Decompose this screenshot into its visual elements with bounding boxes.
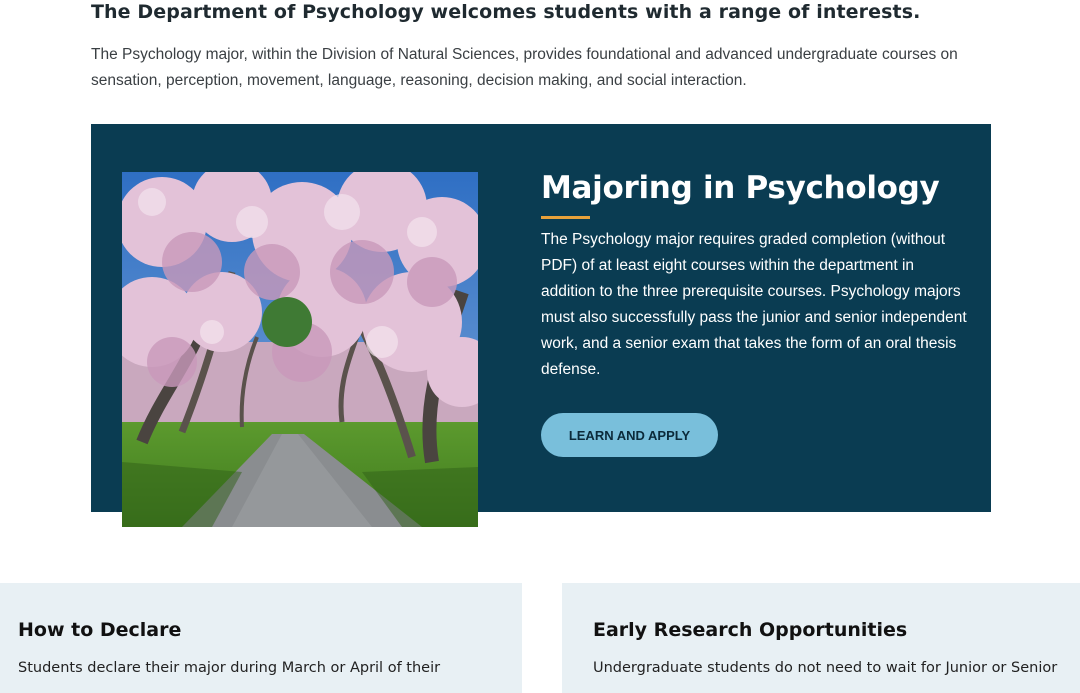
feature-body: The Psychology major requires graded com… [541, 231, 967, 378]
feature-photo [122, 172, 478, 527]
how-to-declare-card: How to Declare Students declare their ma… [0, 583, 522, 693]
intro-heading: The Department of Psychology welcomes st… [91, 1, 921, 23]
intro-text: The Psychology major, within the Divisio… [91, 46, 958, 89]
card-title: How to Declare [18, 619, 182, 641]
title-underline [541, 216, 590, 219]
feature-title: Majoring in Psychology [541, 170, 940, 206]
early-research-card: Early Research Opportunities Undergradua… [562, 583, 1080, 693]
card-text: Students declare their major during Marc… [18, 660, 441, 676]
card-title: Early Research Opportunities [593, 619, 908, 641]
learn-and-apply-button[interactable]: LEARN AND APPLY [541, 413, 718, 457]
card-text: Undergraduate students do not need to wa… [593, 660, 1058, 676]
